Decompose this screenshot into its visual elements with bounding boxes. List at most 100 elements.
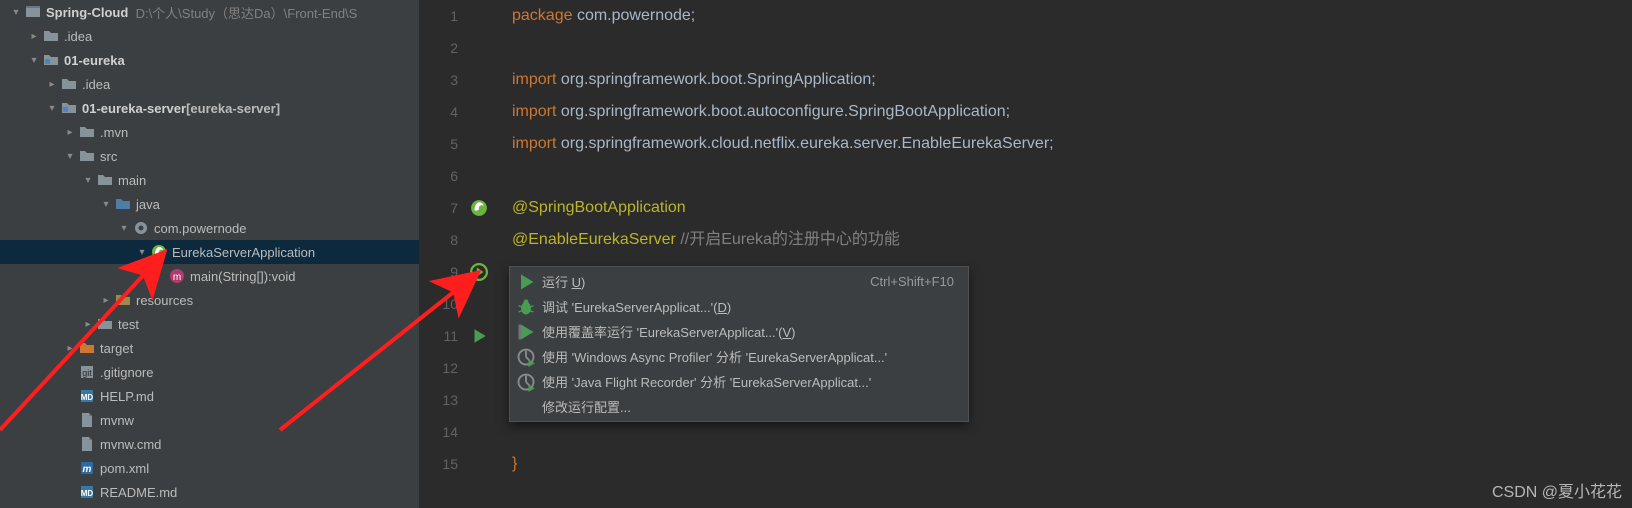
tree-node-label: main(String[]):void [190,269,295,284]
tree-node-readme-md[interactable]: MDREADME.md [0,480,419,504]
tree-node-label: 01-eureka [64,53,125,68]
expand-arrow[interactable] [44,103,60,114]
tree-node-label: 01-eureka-server [82,101,186,116]
expand-arrow[interactable] [26,31,42,42]
watermark: CSDN @夏小花花 [1492,478,1622,502]
code-line[interactable]: @EnableEurekaServer //开启Eureka的注册中心的功能 [512,224,1632,256]
tree-node-label: mvnw.cmd [100,437,161,452]
expand-arrow[interactable] [44,79,60,90]
expand-arrow[interactable] [26,55,42,66]
run-context-menu[interactable]: 运行 U)Ctrl+Shift+F10调试 'EurekaServerAppli… [509,266,969,422]
code-area[interactable]: package com.powernode; import org.spring… [506,0,1632,508]
tree-node-mvnw[interactable]: mvnw [0,408,419,432]
tree-node-label: .idea [82,77,110,92]
line-number: 14 [420,416,458,448]
tree-node-com-powernode[interactable]: com.powernode [0,216,419,240]
line-number: 7 [420,192,458,224]
springclass-icon [150,243,168,261]
proj-icon [24,3,42,21]
ctx-item[interactable]: 修改运行配置... [510,394,968,419]
file-icon [78,435,96,453]
srcfolder-icon [114,195,132,213]
tree-node-label: Spring-Cloud [46,5,128,20]
play-icon [516,274,536,290]
tree-node-label: .idea [64,29,92,44]
line-number: 2 [420,32,458,64]
gutter-play-icon[interactable] [470,327,488,345]
tree-node-resources[interactable]: resources [0,288,419,312]
tree-node-mvnw-cmd[interactable]: mvnw.cmd [0,432,419,456]
line-number: 13 [420,384,458,416]
line-number: 5 [420,128,458,160]
gutter-run-icon[interactable] [470,263,488,281]
expand-arrow[interactable] [62,343,78,354]
folder-icon [96,315,114,333]
code-line[interactable]: @SpringBootApplication [512,192,1632,224]
tree-node-spring-cloud[interactable]: Spring-Cloud D:\个人\Study（思达Da）\Front-End… [0,0,419,24]
folder-icon [78,123,96,141]
tree-node-pom-xml[interactable]: m pom.xml [0,456,419,480]
folder-icon [42,27,60,45]
ctx-item[interactable]: 使用覆盖率运行 'EurekaServerApplicat...'(V) [510,319,968,344]
code-line[interactable]: package com.powernode; [512,0,1632,32]
code-line[interactable] [512,32,1632,64]
ctx-item[interactable]: 使用 'Windows Async Profiler' 分析 'EurekaSe… [510,344,968,369]
maven-icon: m [78,459,96,477]
line-number: 3 [420,64,458,96]
tree-node-main[interactable]: main [0,168,419,192]
line-number: 1 [420,0,458,32]
tree-node-src[interactable]: src [0,144,419,168]
svg-text:m: m [173,272,181,283]
tree-node-help-md[interactable]: MDHELP.md [0,384,419,408]
tree-node-label: HELP.md [100,389,154,404]
code-line[interactable]: } [512,448,1632,480]
expand-arrow[interactable] [8,7,24,18]
tree-node-label: target [100,341,133,356]
gutter-spring-icon[interactable] [470,199,488,217]
tree-node--mvn[interactable]: .mvn [0,120,419,144]
bug-icon [516,299,536,315]
blank-icon [516,399,536,415]
tree-node-test[interactable]: test [0,312,419,336]
resfolder-icon [114,291,132,309]
expand-arrow[interactable] [62,127,78,138]
file-icon [78,411,96,429]
tree-node-label: com.powernode [154,221,247,236]
expand-arrow[interactable] [116,223,132,234]
line-number-gutter: 123456789101112131415 [420,0,466,508]
code-line[interactable]: import org.springframework.cloud.netflix… [512,128,1632,160]
tree-node-01-eureka[interactable]: 01-eureka [0,48,419,72]
tree-node-eurekaserverapplication[interactable]: EurekaServerApplication [0,240,419,264]
ctx-item[interactable]: 使用 'Java Flight Recorder' 分析 'EurekaServ… [510,369,968,394]
code-line[interactable] [512,160,1632,192]
tree-node--idea[interactable]: .idea [0,72,419,96]
tree-node-label: test [118,317,139,332]
expand-arrow[interactable] [80,175,96,186]
tree-node-label: src [100,149,117,164]
ctx-item-shortcut: Ctrl+Shift+F10 [870,274,954,289]
folder-icon [78,147,96,165]
tree-node-java[interactable]: java [0,192,419,216]
expand-arrow[interactable] [134,247,150,258]
tree-node-main-string-void[interactable]: m main(String[]):void [0,264,419,288]
expand-arrow[interactable] [80,319,96,330]
gutter-icons[interactable] [466,0,506,508]
tree-node--idea[interactable]: .idea [0,24,419,48]
tree-node-label: main [118,173,146,188]
code-line[interactable]: import org.springframework.boot.autoconf… [512,96,1632,128]
tree-node--gitignore[interactable]: git.gitignore [0,360,419,384]
tree-node-label: EurekaServerApplication [172,245,315,260]
project-tree[interactable]: Spring-Cloud D:\个人\Study（思达Da）\Front-End… [0,0,420,508]
expand-arrow[interactable] [98,199,114,210]
tree-node-label: pom.xml [100,461,149,476]
tree-node-01-eureka-server[interactable]: 01-eureka-server [eureka-server] [0,96,419,120]
tree-node-label: .gitignore [100,365,153,380]
code-editor[interactable]: 123456789101112131415 package com.powern… [420,0,1632,508]
method-icon: m [168,267,186,285]
code-line[interactable]: import org.springframework.boot.SpringAp… [512,64,1632,96]
tree-node-target[interactable]: target [0,336,419,360]
expand-arrow[interactable] [62,151,78,162]
ctx-item[interactable]: 运行 U)Ctrl+Shift+F10 [510,269,968,294]
ctx-item[interactable]: 调试 'EurekaServerApplicat...'(D) [510,294,968,319]
expand-arrow[interactable] [98,295,114,306]
